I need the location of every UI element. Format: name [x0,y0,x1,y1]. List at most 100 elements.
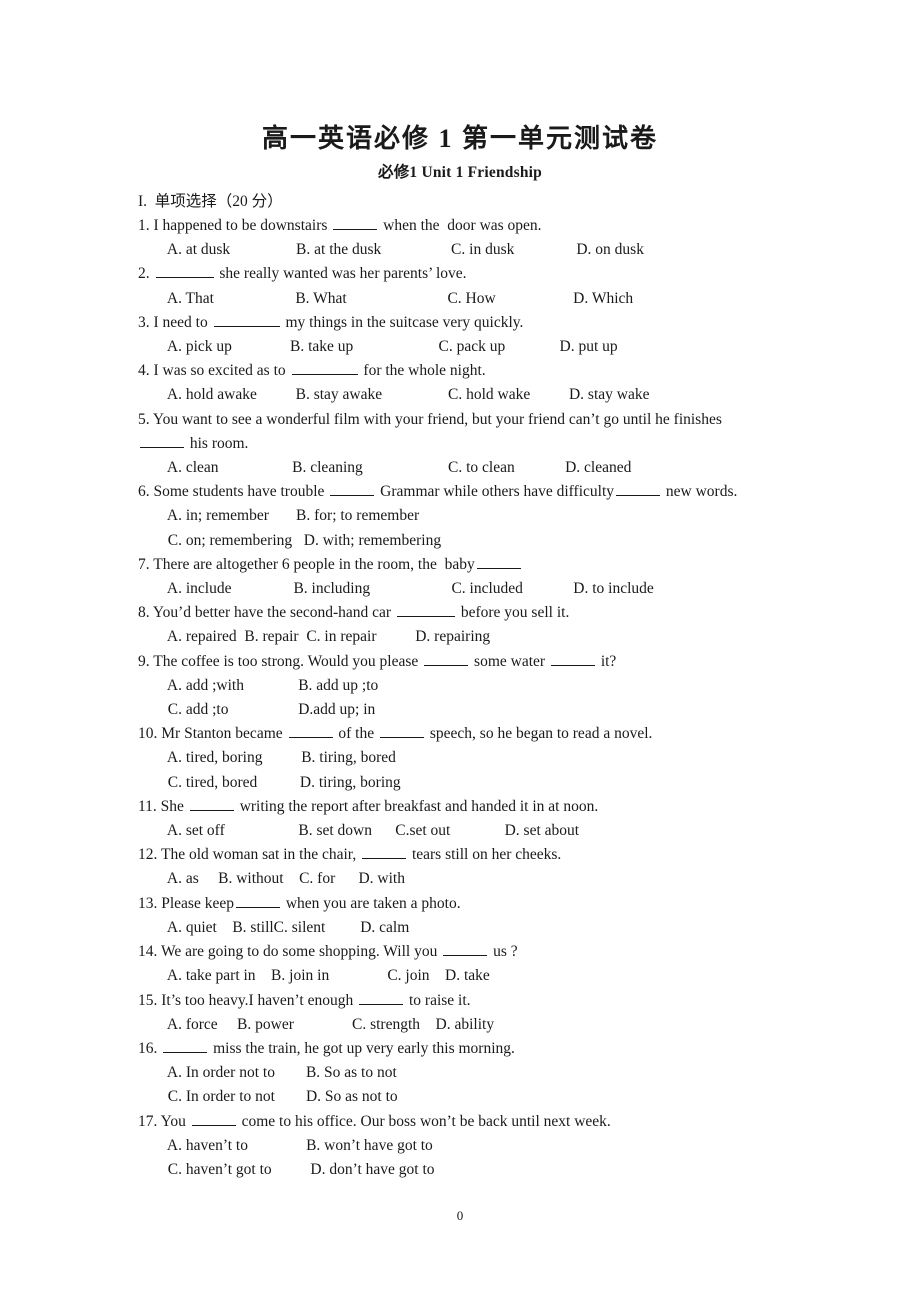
answer-blank[interactable] [476,554,521,569]
answer-blank[interactable] [288,723,333,739]
question-5-stem: 5. You want to see a wonderful film with… [138,410,722,428]
question-2-stem-part-b: she really wanted was her parents’ love. [215,265,467,283]
answer-blank[interactable] [213,312,280,327]
page-number: 0 [456,1208,464,1223]
question-10: 10. Mr Stanton became of the speech, so … [138,722,838,795]
question-9: 9. The coffee is too strong. Would you p… [138,650,838,723]
question-9-stem-part-a: 9. The coffee is too strong. Would you p… [138,652,423,670]
question-body: I. 单项选择（20 分） 1. I happened to be downst… [138,190,838,1182]
question-10-stem: 10. Mr Stanton became of the speech, so … [138,722,838,746]
question-11-options[interactable]: A. set off B. set down C.set out D. set … [138,819,838,843]
question-16-options-row-1[interactable]: A. In order not to B. So as to not [138,1061,838,1085]
question-16-stem-part-b: miss the train, he got up very early thi… [209,1039,515,1057]
answer-blank[interactable] [424,651,469,666]
question-10-options-row-1[interactable]: A. tired, boring B. tiring, bored [138,746,838,770]
question-7-options[interactable]: A. include B. including C. included D. t… [138,577,838,601]
question-1-stem: 1. I happened to be downstairs when the … [138,214,838,238]
question-4-options[interactable]: A. hold awake B. stay awake C. hold wake… [138,383,838,407]
question-16: 16. miss the train, he got up very early… [138,1037,838,1110]
question-14-stem-part-a: 14. We are going to do some shopping. Wi… [138,943,442,961]
question-4-stem-part-b: for the whole night. [359,362,486,380]
question-1-stem-part-b: when the door was open. [379,217,542,234]
question-5-options[interactable]: A. clean B. cleaning C. to clean D. clea… [138,456,838,480]
question-16-stem: 16. miss the train, he got up very early… [138,1037,838,1061]
answer-blank[interactable] [616,481,661,497]
answer-blank[interactable] [362,844,407,860]
question-11-stem: 11. She writing the report after breakfa… [138,795,838,819]
question-15-stem: 15. It’s too heavy.I haven’t enough to r… [138,989,838,1013]
question-10-options-row-2[interactable]: C. tired, bored D. tiring, boring [138,771,838,795]
question-4-stem-part-a: 4. I was so excited as to [138,362,290,380]
question-15-options[interactable]: A. force B. power C. strength D. ability [138,1013,838,1037]
question-1-options[interactable]: A. at dusk B. at the dusk C. in dusk D. … [138,238,838,262]
page-title: 高一英语必修 1 第一单元测试卷 [261,124,658,153]
question-11: 11. She writing the report after breakfa… [138,795,838,843]
question-3-stem: 3. I need to my things in the suitcase v… [138,311,838,335]
question-4: 4. I was so excited as to for the whole … [138,359,838,407]
question-2-options[interactable]: A. That B. What C. How D. Which [138,287,838,311]
question-9-options-row-2[interactable]: C. add ;to D.add up; in [138,698,838,722]
question-12-stem: 12. The old woman sat in the chair, tear… [138,843,838,867]
question-10-stem-part-mid: of the [334,725,378,743]
question-17-options-row-1[interactable]: A. haven’t to B. won’t have got to [138,1134,838,1158]
question-14-stem-part-b: us ? [489,943,518,961]
question-13-stem: 13. Please keep when you are taken a pho… [138,892,838,916]
answer-blank[interactable] [189,796,234,811]
question-12-stem-part-b: tears still on her cheeks. [408,846,562,864]
answer-blank[interactable] [291,360,358,376]
answer-blank[interactable] [235,893,280,908]
question-10-stem-part-b: speech, so he began to read a novel. [426,725,653,743]
question-17: 17. You come to his office. Our boss won… [138,1110,838,1183]
question-14: 14. We are going to do some shopping. Wi… [138,940,838,988]
question-9-stem: 9. The coffee is too strong. Would you p… [138,650,838,674]
question-2-stem-part-a: 2. [138,265,154,283]
question-6: 6. Some students have trouble Grammar wh… [138,480,838,553]
answer-blank[interactable] [333,215,378,230]
answer-blank[interactable] [550,651,595,666]
page-subtitle: 必修1 Unit 1 Friendship [378,164,542,181]
question-3-stem-part-b: my things in the suitcase very quickly. [281,313,524,331]
question-2: 2. she really wanted was her parents’ lo… [138,262,838,310]
answer-blank[interactable] [191,1111,236,1126]
question-6-stem-part-b: new words. [662,483,738,501]
question-17-options-row-2[interactable]: C. haven’t got to D. don’t have got to [138,1158,838,1182]
question-14-options[interactable]: A. take part in B. join in C. join D. ta… [138,964,838,988]
answer-blank[interactable] [155,263,214,279]
question-9-options-row-1[interactable]: A. add ;with B. add up ;to [138,674,838,698]
question-16-options-row-2[interactable]: C. In order to not D. So as not to [138,1085,838,1109]
question-12-options[interactable]: A. as B. without C. for D. with [138,867,838,891]
answer-blank[interactable] [396,602,455,618]
question-8-stem-part-a: 8. You’d better have the second-hand car [138,604,395,622]
question-5: 5. You want to see a wonderful film with… [138,408,838,481]
question-14-stem: 14. We are going to do some shopping. Wi… [138,940,838,964]
question-15: 15. It’s too heavy.I haven’t enough to r… [138,989,838,1037]
question-5-stem-continued: his room. [138,432,838,456]
question-15-stem-part-a: 15. It’s too heavy.I haven’t enough [138,991,358,1009]
answer-blank[interactable] [163,1038,208,1053]
question-10-stem-part-a: 10. Mr Stanton became [138,725,287,743]
answer-blank[interactable] [140,433,184,448]
question-6-stem-part-mid: Grammar while others have difficulty [376,483,615,501]
question-6-options-row-1[interactable]: A. in; remember B. for; to remember [138,504,838,528]
answer-blank[interactable] [359,990,404,1005]
question-8-options[interactable]: A. repaired B. repair C. in repair D. re… [138,625,838,649]
answer-blank[interactable] [443,941,488,957]
answer-blank[interactable] [380,723,424,739]
worksheet-page: 高一英语必修 1 第一单元测试卷 必修1 Unit 1 Friendship I… [0,0,920,1303]
question-7-stem-part-a: 7. There are altogether 6 people in the … [138,555,475,573]
question-1-stem-part-a: 1. I happened to be downstairs [138,217,332,234]
question-17-stem: 17. You come to his office. Our boss won… [138,1110,838,1134]
question-16-stem-part-a: 16. [138,1039,162,1057]
question-3-options[interactable]: A. pick up B. take up C. pack up D. put … [138,335,838,359]
question-6-stem-part-a: 6. Some students have trouble [138,483,329,501]
question-6-options-row-2[interactable]: C. on; remembering D. with; remembering [138,529,838,553]
question-13-options[interactable]: A. quiet B. stillC. silent D. calm [138,916,838,940]
question-9-stem-part-b: it? [596,652,617,670]
question-13: 13. Please keep when you are taken a pho… [138,892,838,940]
answer-blank[interactable] [330,481,375,497]
question-17-stem-part-b: come to his office. Our boss won’t be ba… [237,1112,611,1130]
question-13-stem-part-a: 13. Please keep [138,894,234,912]
question-7-stem: 7. There are altogether 6 people in the … [138,553,838,577]
question-12-stem-part-a: 12. The old woman sat in the chair, [138,846,361,864]
question-6-stem: 6. Some students have trouble Grammar wh… [138,480,838,504]
